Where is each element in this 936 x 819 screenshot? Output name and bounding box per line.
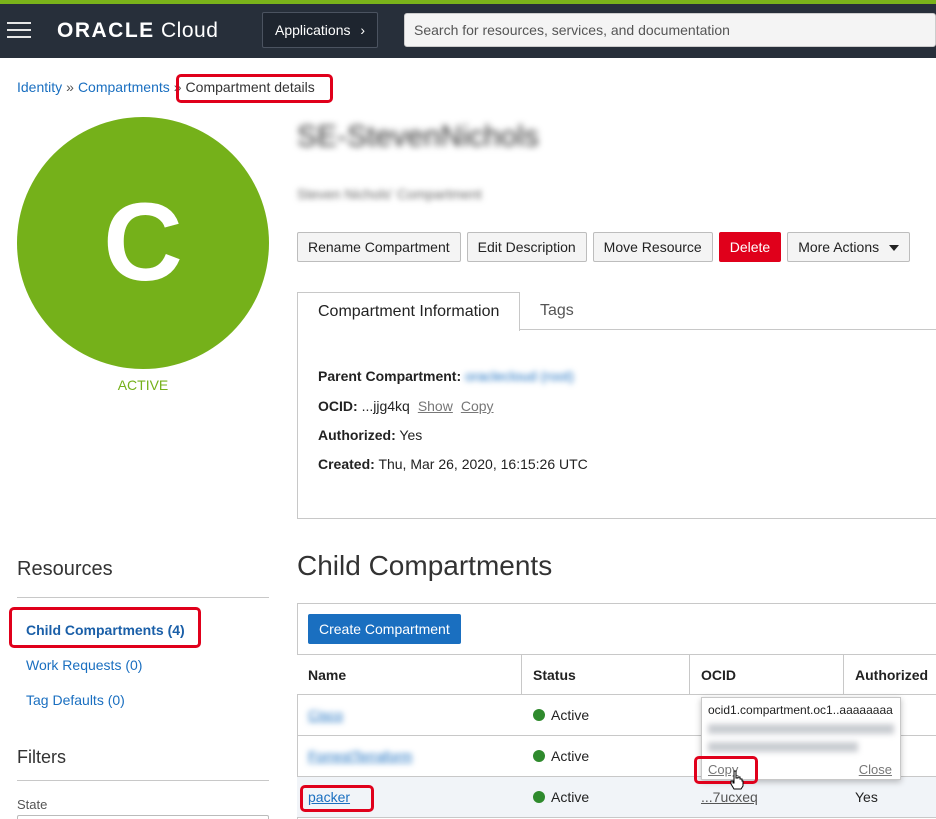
delete-button[interactable]: Delete: [718, 232, 782, 262]
chevron-right-icon: ›: [360, 22, 365, 38]
breadcrumb-current: Compartment details: [185, 79, 315, 95]
filters-heading: Filters: [17, 747, 66, 767]
hand-cursor-icon: [730, 770, 744, 790]
action-buttons: Rename Compartment Edit Description Move…: [297, 232, 911, 262]
parent-compartment-row: Parent Compartment: oraclecloud (root): [318, 368, 574, 384]
authorized-row: Authorized: Yes: [318, 427, 423, 443]
created-value: Thu, Mar 26, 2020, 16:15:26 UTC: [378, 456, 588, 472]
ocid-popover: ocid1.compartment.oc1..aaaaaaaa Copy Clo…: [701, 697, 901, 780]
detail-tabs: Compartment Information Tags: [297, 292, 936, 331]
tab-compartment-information[interactable]: Compartment Information: [297, 292, 521, 331]
state-filter-label: State: [17, 797, 48, 812]
oracle-cloud-logo[interactable]: ORACLE Cloud: [57, 19, 218, 43]
divider: [17, 597, 269, 598]
more-actions-button[interactable]: More Actions: [787, 232, 911, 262]
popover-ocid-redacted: [708, 742, 858, 752]
ocid-show-link[interactable]: Show: [418, 398, 453, 414]
compartment-avatar: C: [17, 117, 269, 369]
child-compartments-heading: Child Compartments: [297, 550, 553, 581]
move-resource-button[interactable]: Move Resource: [592, 232, 713, 262]
resources-heading: Resources: [17, 558, 113, 580]
resource-child-compartments[interactable]: Child Compartments (4): [26, 622, 185, 638]
popover-ocid-redacted: [708, 724, 894, 734]
status-cell: Active: [522, 777, 589, 817]
created-row: Created: Thu, Mar 26, 2020, 16:15:26 UTC: [318, 456, 588, 472]
compartment-name-link-packer[interactable]: packer: [308, 789, 350, 805]
hamburger-menu-icon[interactable]: [7, 22, 31, 40]
top-navigation-bar: ORACLE Cloud Applications › Search for re…: [0, 4, 936, 58]
status-dot-icon: [533, 709, 545, 721]
compartment-status: ACTIVE: [117, 377, 169, 393]
status-cell: Active: [522, 736, 589, 776]
table-header-row: Name Status OCID Authorized: [297, 654, 936, 695]
compartment-name-link[interactable]: Cisco: [308, 707, 343, 723]
breadcrumb-separator: »: [66, 79, 74, 95]
divider: [17, 780, 269, 781]
breadcrumb-identity[interactable]: Identity: [17, 79, 62, 95]
ocid-copy-link[interactable]: Copy: [461, 398, 494, 414]
authorized-cell: Yes: [855, 789, 878, 805]
breadcrumb: Identity» Compartments» Compartment detail…: [17, 79, 315, 95]
ocid-row: OCID: ...jjg4kq Show Copy: [318, 398, 494, 414]
applications-button[interactable]: Applications ›: [262, 12, 378, 48]
column-header-ocid[interactable]: OCID: [690, 655, 844, 695]
search-input[interactable]: Search for resources, services, and docu…: [404, 13, 936, 47]
tab-tags[interactable]: Tags: [520, 292, 594, 331]
parent-compartment-link[interactable]: oraclecloud (root): [465, 368, 574, 384]
authorized-value: Yes: [399, 427, 423, 443]
breadcrumb-separator: »: [173, 79, 182, 95]
state-filter-select[interactable]: [17, 815, 269, 819]
table-row: packer Active ...7ucxeq Yes: [297, 777, 936, 818]
column-header-authorized[interactable]: Authorized: [844, 655, 936, 695]
column-header-status[interactable]: Status: [522, 655, 690, 695]
edit-description-button[interactable]: Edit Description: [466, 232, 587, 262]
rename-compartment-button[interactable]: Rename Compartment: [297, 232, 461, 262]
ocid-short-link[interactable]: ...7ucxeq: [701, 789, 758, 805]
breadcrumb-compartments[interactable]: Compartments: [78, 79, 170, 95]
resource-tag-defaults[interactable]: Tag Defaults (0): [26, 692, 125, 708]
popover-close-link[interactable]: Close: [859, 762, 892, 777]
caret-down-icon: [889, 245, 900, 252]
page-title: SE-StevenNichols: [297, 120, 539, 153]
compartment-description: Steven Nichols' Compartment: [297, 186, 482, 202]
status-dot-icon: [533, 750, 545, 762]
ocid-value: ...jjg4kq: [361, 398, 410, 414]
compartment-name-link[interactable]: ForrestTerraform: [308, 748, 412, 764]
column-header-name[interactable]: Name: [297, 655, 522, 695]
create-compartment-button[interactable]: Create Compartment: [308, 614, 461, 644]
resource-work-requests[interactable]: Work Requests (0): [26, 657, 142, 673]
status-cell: Active: [522, 695, 589, 735]
popover-ocid-text: ocid1.compartment.oc1..aaaaaaaa: [708, 703, 893, 717]
status-dot-icon: [533, 791, 545, 803]
compartment-information-panel: Parent Compartment: oraclecloud (root) O…: [297, 329, 936, 519]
